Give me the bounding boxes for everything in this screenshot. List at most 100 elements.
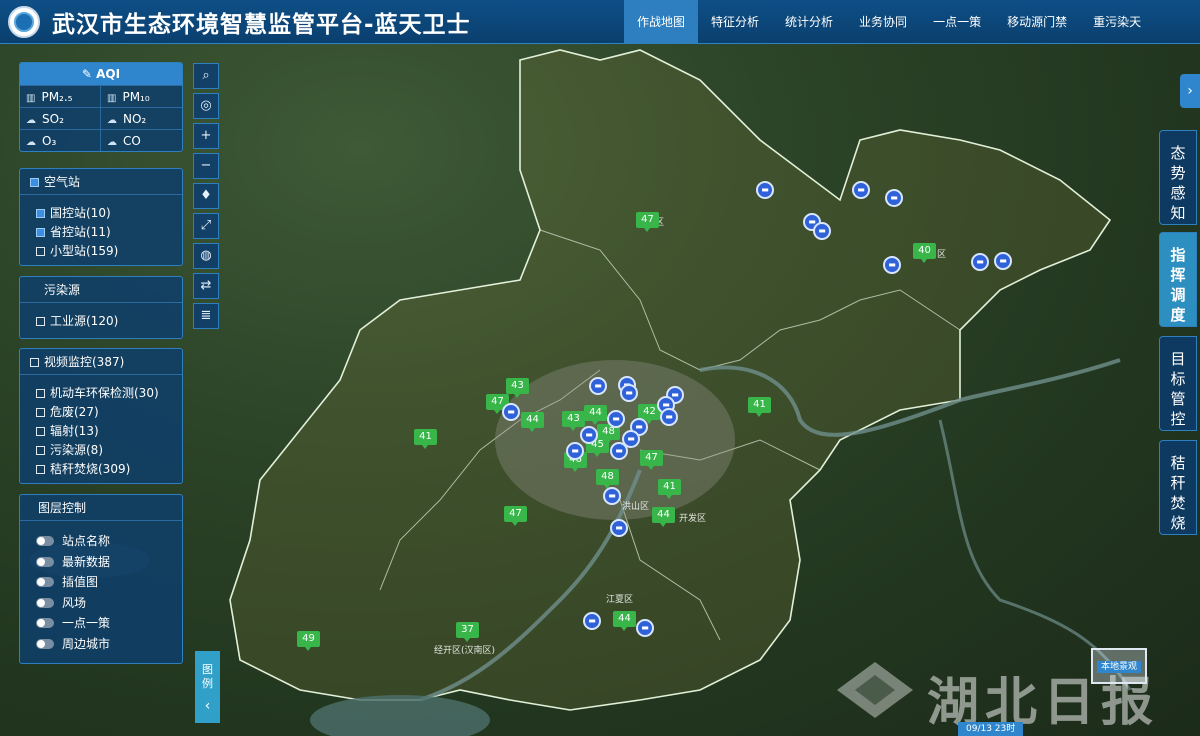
layer-switch-icon[interactable]: ◍ — [193, 243, 219, 269]
aqi-marker[interactable]: 41 — [414, 429, 437, 449]
local-view-button[interactable]: 本地景观 — [1091, 648, 1147, 684]
checkbox[interactable] — [30, 178, 39, 187]
locate-icon[interactable]: ◎ — [193, 93, 219, 119]
layer-surrounding-cities[interactable]: 周边城市 — [20, 634, 182, 655]
station-pin-icon[interactable]: ▬ — [885, 189, 903, 207]
aqi-marker[interactable]: 44 — [613, 611, 636, 631]
checkbox[interactable] — [36, 427, 45, 436]
checkbox[interactable] — [36, 247, 45, 256]
source-industrial[interactable]: 工业源(120) — [20, 312, 182, 331]
station-national[interactable]: 国控站(10) — [20, 204, 182, 223]
pollutant-so2[interactable]: ☁ SO₂ — [20, 107, 101, 129]
layer-station-name[interactable]: 站点名称 — [20, 531, 182, 552]
layer-latest-data[interactable]: 最新数据 — [20, 552, 182, 573]
nav-combat-map[interactable]: 作战地图 — [624, 0, 699, 44]
station-pin-icon[interactable]: ▬ — [636, 619, 654, 637]
aqi-marker[interactable]: 47 — [640, 450, 663, 470]
layer-one-point-one-policy[interactable]: 一点一策 — [20, 613, 182, 634]
pollutant-o3[interactable]: ☁ O₃ — [20, 129, 101, 151]
pollutant-icon: ▥ — [107, 93, 117, 104]
checkbox[interactable] — [36, 465, 45, 474]
station-pin-icon[interactable]: ▬ — [607, 410, 625, 428]
tab-command-dispatch[interactable]: 指挥调度 — [1159, 232, 1197, 327]
nav-heavy-pollution[interactable]: 重污染天 — [1080, 0, 1154, 44]
fullscreen-icon[interactable]: ⤢ — [193, 213, 219, 239]
station-pin-icon[interactable]: ▬ — [610, 442, 628, 460]
nav-mobile-gate[interactable]: 移动源门禁 — [994, 0, 1080, 44]
legend-tab[interactable]: 图例 ‹ — [195, 651, 220, 723]
station-pin-icon[interactable]: ▬ — [883, 256, 901, 274]
aqi-marker[interactable]: 49 — [297, 631, 320, 651]
station-panel-header[interactable]: 空气站 — [20, 169, 182, 195]
station-pin-icon[interactable]: ▬ — [566, 442, 584, 460]
toggle-switch[interactable] — [36, 638, 54, 649]
station-pin-icon[interactable]: ▬ — [610, 519, 628, 537]
aqi-marker[interactable]: 41 — [748, 397, 771, 417]
tab-target-control[interactable]: 目标管控 — [1159, 336, 1197, 431]
aqi-marker[interactable]: 44 — [521, 412, 544, 432]
station-pin-icon[interactable]: ▬ — [580, 426, 598, 444]
aqi-marker[interactable]: 47 — [504, 506, 527, 526]
aqi-marker[interactable]: 48 — [596, 469, 619, 489]
checkbox[interactable] — [30, 358, 39, 367]
station-pin-icon[interactable]: ▬ — [583, 612, 601, 630]
aqi-tab[interactable]: ✎ AQI — [20, 63, 182, 85]
aqi-marker[interactable]: 43 — [562, 411, 585, 431]
aqi-marker[interactable]: 47 — [636, 212, 659, 232]
nav-one-point-one-policy[interactable]: 一点一策 — [920, 0, 994, 44]
zoom-out-icon[interactable]: − — [193, 153, 219, 179]
pollutant-no2[interactable]: ☁ NO₂ — [101, 107, 182, 129]
nav-feature-analysis[interactable]: 特征分析 — [698, 0, 772, 44]
checkbox[interactable] — [36, 209, 45, 218]
toggle-switch[interactable] — [36, 556, 54, 567]
tab-situation-awareness[interactable]: 态势感知 — [1159, 130, 1197, 225]
video-straw-burning[interactable]: 秸秆焚烧(309) — [20, 460, 182, 479]
pollutant-pm25[interactable]: ▥ PM₂.₅ — [20, 85, 101, 107]
station-pin-icon[interactable]: ▬ — [994, 252, 1012, 270]
station-pin-icon[interactable]: ▬ — [971, 253, 989, 271]
toggle-switch[interactable] — [36, 597, 54, 608]
station-small[interactable]: 小型站(159) — [20, 242, 182, 261]
station-pin-icon[interactable]: ▬ — [589, 377, 607, 395]
station-pin-icon[interactable]: ▬ — [813, 222, 831, 240]
stack-icon[interactable]: ≣ — [193, 303, 219, 329]
pollutant-co[interactable]: ☁ CO — [101, 129, 182, 151]
video-pollution-source[interactable]: 污染源(8) — [20, 441, 182, 460]
aqi-marker[interactable]: 43 — [506, 378, 529, 398]
zoom-in-icon[interactable]: + — [193, 123, 219, 149]
video-radiation[interactable]: 辐射(13) — [20, 422, 182, 441]
checkbox[interactable] — [36, 446, 45, 455]
swap-icon[interactable]: ⇄ — [193, 273, 219, 299]
toggle-switch[interactable] — [36, 536, 54, 546]
layer-interpolation[interactable]: 插值图 — [20, 572, 182, 593]
checkbox[interactable] — [36, 408, 45, 417]
checkbox[interactable] — [36, 389, 45, 398]
nav-collaboration[interactable]: 业务协同 — [846, 0, 920, 44]
video-panel-header[interactable]: 视频监控(387) — [20, 349, 182, 375]
search-icon[interactable]: ⌕ — [193, 63, 219, 89]
station-pin-icon[interactable]: ▬ — [603, 487, 621, 505]
checkbox[interactable] — [36, 228, 45, 237]
station-pin-icon[interactable]: ▬ — [756, 181, 774, 199]
toggle-switch[interactable] — [36, 618, 54, 628]
toggle-switch[interactable] — [36, 577, 54, 587]
aqi-marker[interactable]: 41 — [658, 479, 681, 499]
tab-straw-burning[interactable]: 秸秆焚烧 — [1159, 440, 1197, 535]
station-pin-icon[interactable]: ▬ — [620, 384, 638, 402]
aqi-marker[interactable]: 40 — [913, 243, 936, 263]
pollutant-pm10[interactable]: ▥ PM₁₀ — [101, 85, 182, 107]
checkbox[interactable] — [36, 317, 45, 326]
compass-icon[interactable]: ♦ — [193, 183, 219, 209]
video-hazardous-waste[interactable]: 危废(27) — [20, 403, 182, 422]
aqi-marker[interactable]: 44 — [652, 507, 675, 527]
station-pin-icon[interactable]: ▬ — [502, 403, 520, 421]
station-pin-icon[interactable]: ▬ — [852, 181, 870, 199]
layer-wind-field[interactable]: 风场 — [20, 593, 182, 614]
aqi-marker[interactable]: 44 — [584, 405, 607, 425]
station-provincial[interactable]: 省控站(11) — [20, 223, 182, 242]
nav-statistics[interactable]: 统计分析 — [772, 0, 846, 44]
station-pin-icon[interactable]: ▬ — [660, 408, 678, 426]
aqi-marker[interactable]: 37 — [456, 622, 479, 642]
video-vehicle-inspection[interactable]: 机动车环保检测(30) — [20, 384, 182, 403]
chevron-right-icon[interactable]: › — [1180, 74, 1200, 108]
